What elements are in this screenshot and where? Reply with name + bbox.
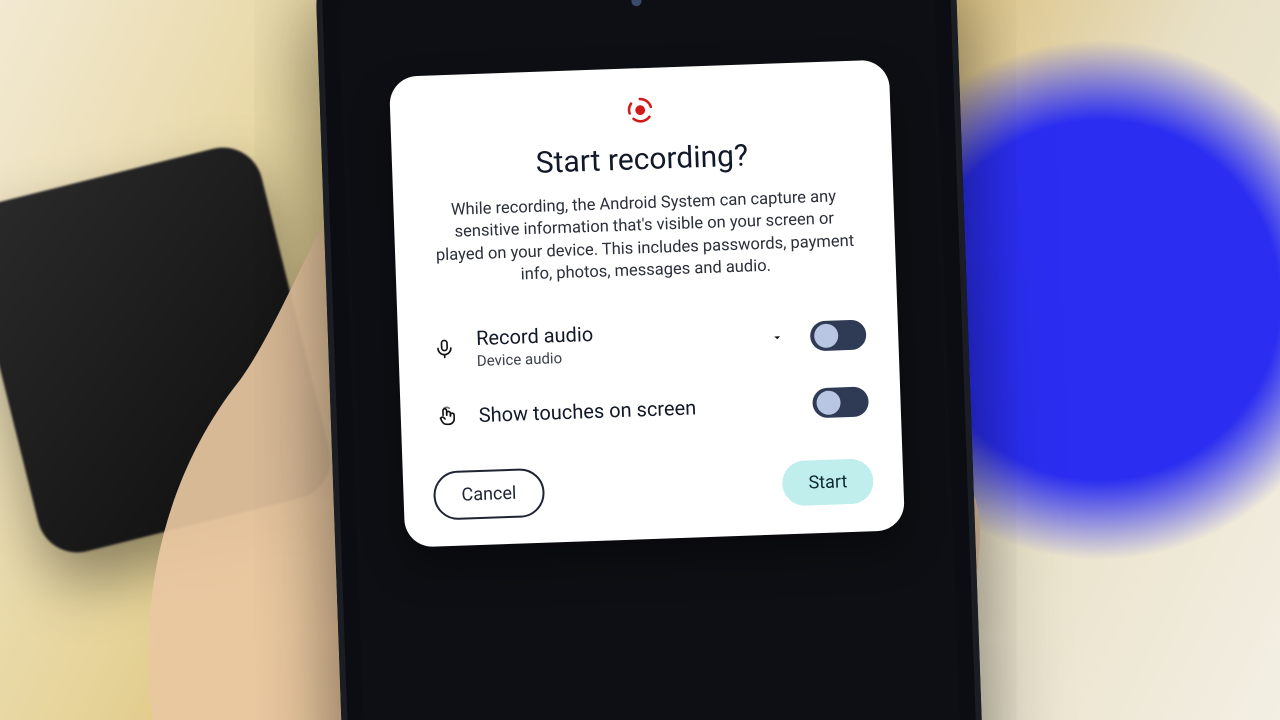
dialog-body: While recording, the Android System can … [429,186,860,290]
dialog-actions: Cancel Start [433,456,874,520]
phone-screen: Start recording? While recording, the An… [338,0,963,720]
start-recording-dialog: Start recording? While recording, the An… [389,59,905,547]
record-icon [420,89,861,132]
record-audio-toggle[interactable] [810,319,867,351]
show-touches-toggle[interactable] [812,386,869,418]
photo-background: Start recording? While recording, the An… [0,0,1280,720]
cancel-button[interactable]: Cancel [433,468,545,521]
front-camera-dot [631,0,641,6]
show-touches-label: Show touches on screen [478,392,795,427]
microphone-icon [430,338,459,361]
other-phone-shape [0,139,339,561]
dialog-title: Start recording? [421,134,862,184]
start-button[interactable]: Start [782,458,874,506]
record-audio-row[interactable]: Record audio Device audio [427,300,869,383]
dropdown-caret-icon[interactable] [768,330,786,345]
show-touches-row[interactable]: Show touches on screen [430,374,872,443]
phone-frame: Start recording? While recording, the An… [314,0,985,720]
touch-icon [432,405,461,428]
